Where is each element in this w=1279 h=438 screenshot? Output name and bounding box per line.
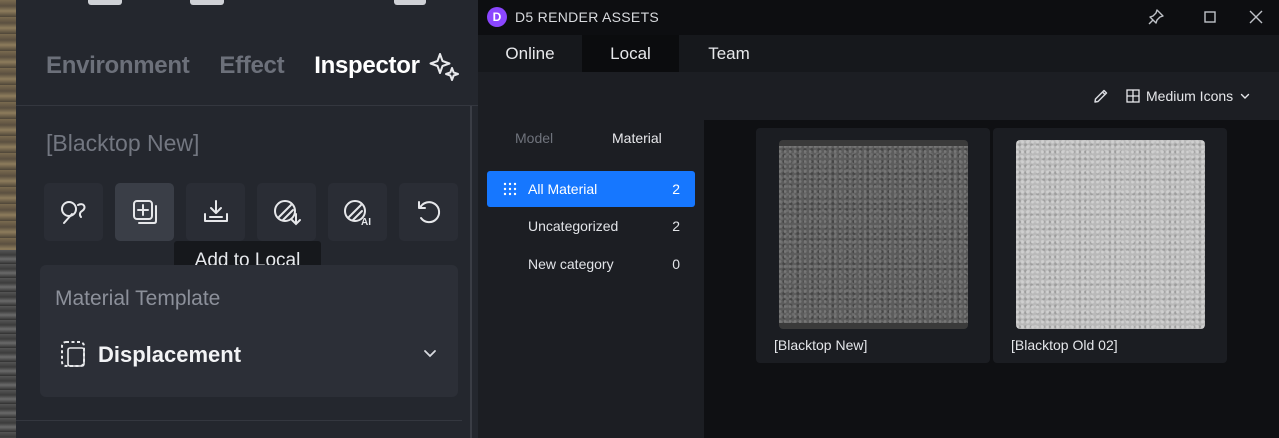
subtab-material[interactable]: Material (612, 130, 662, 146)
material-toolbar: AI (44, 183, 458, 241)
pin-icon[interactable] (1147, 8, 1165, 26)
material-template-card: Material Template Displacement (40, 265, 458, 397)
material-picker-button[interactable] (44, 183, 103, 241)
title-bar: D D5 RENDER ASSETS (478, 0, 1279, 35)
subtab-model[interactable]: Model (515, 130, 553, 146)
category-label: New category (528, 256, 614, 272)
asset-name: [Blacktop Old 02] (1011, 337, 1118, 353)
ai-material-button[interactable]: AI (328, 183, 387, 241)
displacement-icon (61, 341, 85, 367)
chevron-down-icon[interactable] (422, 345, 438, 361)
category-count: 0 (672, 256, 680, 272)
category-count: 2 (672, 218, 680, 234)
reset-icon (417, 201, 440, 224)
panel-scrollbar[interactable] (470, 106, 472, 438)
screen: Environment Effect Inspector [Blacktop N… (0, 0, 1279, 438)
tab-online[interactable]: Online (478, 35, 582, 72)
tab-effect[interactable]: Effect (219, 52, 284, 80)
category-all-material[interactable]: All Material 2 (487, 171, 695, 207)
ai-sparkle-icon[interactable] (428, 50, 462, 84)
asset-grid: [Blacktop New] [Blacktop Old 02] (704, 120, 1279, 438)
svg-text:AI: AI (361, 217, 371, 228)
material-template-select[interactable]: Displacement (98, 342, 241, 368)
inspector-panel: Environment Effect Inspector [Blacktop N… (16, 0, 478, 438)
edit-icon[interactable] (1092, 87, 1110, 105)
grid-view-icon (1126, 89, 1140, 103)
tab-environment[interactable]: Environment (46, 52, 190, 80)
category-count: 2 (672, 181, 680, 197)
asset-name: [Blacktop New] (774, 337, 868, 353)
window-title: D5 RENDER ASSETS (515, 9, 660, 25)
tab-team[interactable]: Team (679, 35, 779, 72)
view-mode-label: Medium Icons (1146, 88, 1234, 104)
dots-grid-icon (503, 182, 517, 196)
tab-local[interactable]: Local (582, 35, 679, 72)
material-template-title: Material Template (55, 287, 221, 310)
material-picker-icon (60, 201, 86, 224)
category-sidebar: Model Material All Material 2 Uncategori… (478, 120, 704, 438)
panel-tabs: Environment Effect Inspector (46, 52, 420, 80)
material-thumbnail (1016, 140, 1205, 329)
material-thumbnail (779, 140, 968, 329)
section-divider (16, 420, 462, 421)
panel-divider (16, 105, 478, 106)
tab-inspector[interactable]: Inspector (314, 52, 420, 80)
category-label: Uncategorized (528, 218, 619, 234)
category-label: All Material (528, 181, 598, 197)
download-material-button[interactable] (257, 183, 316, 241)
add-to-local-icon (132, 200, 157, 224)
import-button[interactable] (186, 183, 245, 241)
asset-card[interactable]: [Blacktop New] (756, 128, 990, 363)
assets-toolbar: Medium Icons (478, 72, 1279, 120)
material-name: [Blacktop New] (46, 130, 200, 156)
d5-logo-icon: D (487, 7, 507, 27)
assets-window: D D5 RENDER ASSETS Online Local Team Med… (478, 0, 1279, 438)
reset-button[interactable] (399, 183, 458, 241)
asset-card[interactable]: [Blacktop Old 02] (993, 128, 1227, 363)
view-mode-select[interactable]: Medium Icons (1126, 84, 1251, 108)
source-tabs: Online Local Team (478, 35, 1279, 72)
import-icon (203, 200, 228, 222)
maximize-icon[interactable] (1201, 8, 1219, 26)
scene-viewport-edge (0, 0, 16, 438)
add-to-local-button[interactable] (115, 183, 174, 241)
category-new-category[interactable]: New category 0 (487, 246, 695, 282)
close-icon[interactable] (1247, 8, 1265, 26)
category-uncategorized[interactable]: Uncategorized 2 (487, 208, 695, 244)
chevron-down-icon (1240, 93, 1250, 99)
ai-material-icon: AI (343, 200, 371, 228)
material-download-icon (273, 200, 301, 226)
